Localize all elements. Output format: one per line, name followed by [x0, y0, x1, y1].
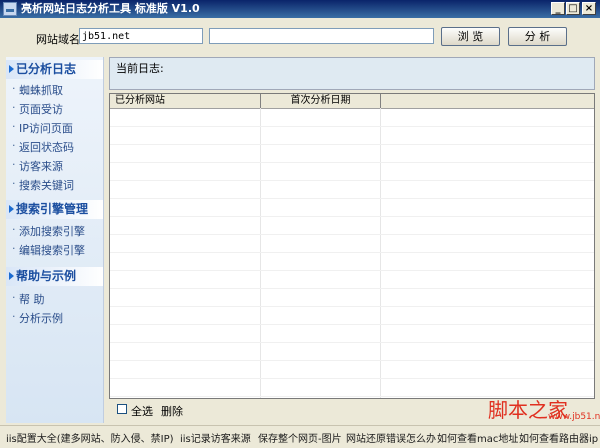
- section-help[interactable]: 帮助与示例: [6, 267, 103, 286]
- current-log-label: 当前日志:: [116, 62, 164, 75]
- table-row-line: [110, 270, 594, 271]
- section-title: 帮助与示例: [16, 269, 77, 283]
- sidebar-item-examples[interactable]: 分析示例: [12, 310, 63, 326]
- section-title: 已分析日志: [16, 62, 77, 76]
- table-row-line: [110, 162, 594, 163]
- watermark-url: www.jb51.net: [548, 412, 600, 422]
- domain-label: 网站域名:: [36, 33, 84, 46]
- select-all-label[interactable]: 全选: [131, 403, 153, 419]
- sidebar-item-add-engine[interactable]: 添加搜索引擎: [12, 223, 85, 239]
- sidebar-item-ip-pages[interactable]: IP访问页面: [12, 120, 73, 136]
- column-header-empty: [381, 94, 594, 108]
- link-view-mac-address[interactable]: 如何查看mac地址: [437, 430, 518, 445]
- domain-input[interactable]: [79, 28, 203, 44]
- app-icon: [3, 2, 17, 16]
- main-panel: 当前日志: 已分析网站 首次分析日期 全选 删除: [109, 57, 595, 418]
- sidebar-item-help[interactable]: 帮 助: [12, 291, 44, 307]
- select-all-checkbox[interactable]: [117, 404, 127, 414]
- table-row-line: [110, 360, 594, 361]
- column-header-site[interactable]: 已分析网站: [110, 94, 261, 108]
- link-view-router-ip[interactable]: 如何查看路由器ip: [519, 430, 598, 445]
- column-header-first-date[interactable]: 首次分析日期: [261, 94, 381, 108]
- sidebar-item-search-keywords[interactable]: 搜索关键词: [12, 177, 74, 193]
- table-row-line: [110, 324, 594, 325]
- log-path-input[interactable]: [209, 28, 434, 44]
- column-divider: [380, 108, 381, 398]
- maximize-button[interactable]: □: [566, 2, 580, 15]
- sidebar-item-status-codes[interactable]: 返回状态码: [12, 139, 74, 155]
- browse-button[interactable]: 浏 览: [441, 27, 500, 46]
- current-log-panel: 当前日志:: [109, 57, 595, 90]
- sidebar-item-spider-crawl[interactable]: 蜘蛛抓取: [12, 82, 63, 98]
- table-row-line: [110, 144, 594, 145]
- sidebar-item-edit-engine[interactable]: 编辑搜索引擎: [12, 242, 85, 258]
- table-row-line: [110, 288, 594, 289]
- analyzed-sites-table[interactable]: 已分析网站 首次分析日期: [109, 93, 595, 399]
- expand-arrow-icon: [9, 65, 14, 73]
- sidebar-item-page-visits[interactable]: 页面受访: [12, 101, 63, 117]
- title-bar: 亮析网站日志分析工具 标准版 V1.0 _ □ ×: [0, 0, 600, 18]
- delete-link[interactable]: 删除: [161, 403, 183, 419]
- sidebar: 已分析日志 蜘蛛抓取 页面受访 IP访问页面 返回状态码 访客来源 搜索关键词 …: [6, 57, 104, 423]
- table-row-line: [110, 342, 594, 343]
- expand-arrow-icon: [9, 272, 14, 280]
- bottom-link-bar: iis配置大全(建多网站、防入侵、禁IP) iis记录访客来源 保存整个网页-图…: [0, 425, 600, 448]
- link-iis-config[interactable]: iis配置大全(建多网站、防入侵、禁IP): [6, 430, 174, 445]
- analyze-button[interactable]: 分 析: [508, 27, 567, 46]
- link-save-webpage-image[interactable]: 保存整个网页-图片: [258, 430, 342, 445]
- table-row-line: [110, 306, 594, 307]
- table-row-line: [110, 180, 594, 181]
- table-row-line: [110, 378, 594, 379]
- sidebar-item-visitor-source[interactable]: 访客来源: [12, 158, 63, 174]
- minimize-button[interactable]: _: [551, 2, 565, 15]
- table-row-line: [110, 126, 594, 127]
- column-divider: [260, 108, 261, 398]
- toolbar: 网站域名: 浏 览 分 析: [0, 18, 600, 54]
- table-row-line: [110, 198, 594, 199]
- table-row-line: [110, 252, 594, 253]
- table-row-line: [110, 234, 594, 235]
- close-button[interactable]: ×: [582, 2, 596, 15]
- window-title: 亮析网站日志分析工具 标准版 V1.0: [21, 2, 200, 15]
- section-title: 搜索引擎管理: [16, 202, 89, 216]
- link-iis-visitor-source[interactable]: iis记录访客来源: [180, 430, 251, 445]
- link-site-restore-error[interactable]: 网站还原错误怎么办: [346, 430, 436, 445]
- section-search-engines[interactable]: 搜索引擎管理: [6, 200, 103, 219]
- expand-arrow-icon: [9, 205, 14, 213]
- table-header: 已分析网站 首次分析日期: [110, 94, 594, 109]
- section-analyzed-logs[interactable]: 已分析日志: [6, 60, 103, 79]
- table-row-line: [110, 216, 594, 217]
